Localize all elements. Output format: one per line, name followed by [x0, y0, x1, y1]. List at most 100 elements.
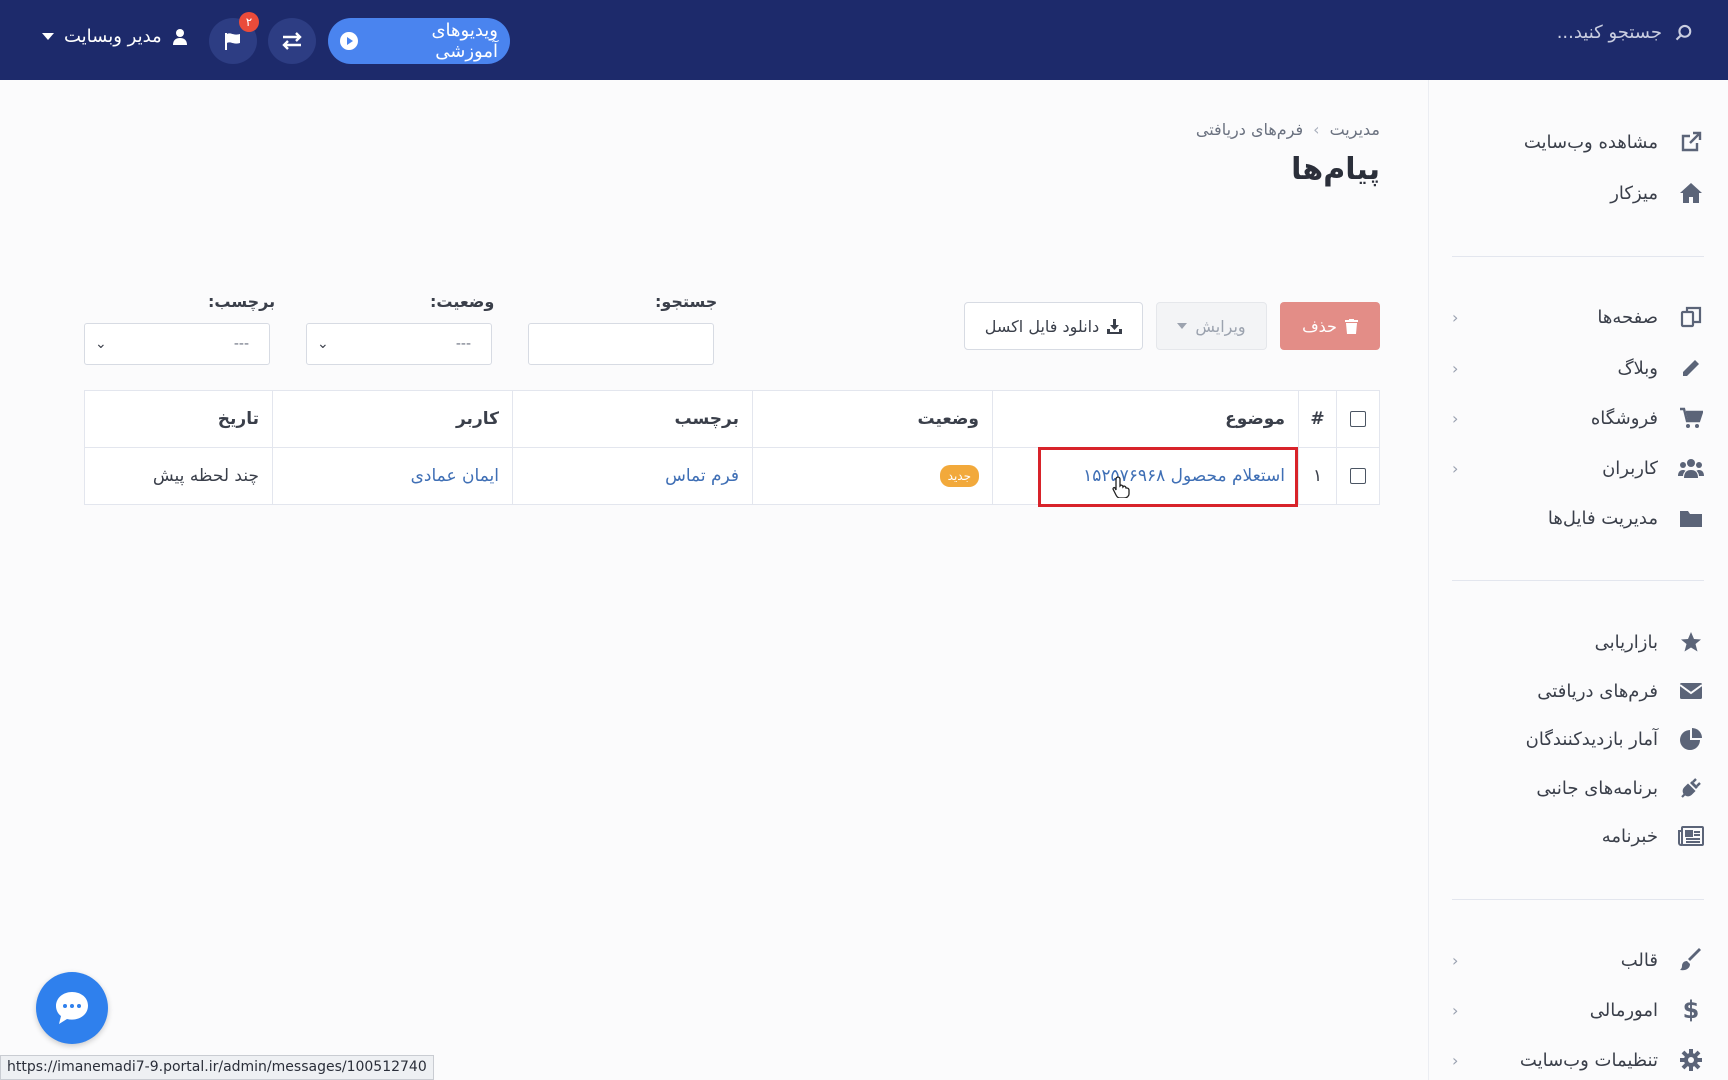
tutorial-videos-button[interactable]: ویدیوهای آموزشی	[328, 18, 510, 64]
breadcrumb-separator: ›	[1313, 120, 1320, 139]
status-badge: جدید	[939, 465, 979, 487]
column-header-status[interactable]: وضعیت	[752, 391, 992, 447]
search-box[interactable]: جستجو کنید...	[1557, 22, 1694, 43]
switch-button[interactable]	[268, 18, 316, 64]
sidebar-item-received-forms[interactable]: فرم‌های دریافتی	[1452, 673, 1704, 709]
chevron-left-icon: ‹	[1452, 1000, 1459, 1020]
sidebar-item-view-website[interactable]: مشاهده وب‌سایت	[1452, 124, 1704, 160]
pencil-icon	[1678, 355, 1704, 381]
chevron-down-icon: ⌄	[95, 336, 107, 352]
row-checkbox[interactable]	[1350, 468, 1366, 484]
gear-icon	[1678, 1047, 1704, 1073]
divider	[1452, 580, 1704, 581]
sidebar-item-label: بازاریابی	[1594, 631, 1658, 653]
download-icon	[1107, 318, 1123, 334]
delete-button[interactable]: حذف	[1280, 302, 1380, 350]
sidebar-item-label: کاربران	[1602, 457, 1658, 479]
plug-icon	[1678, 775, 1704, 801]
column-header-tag[interactable]: برچسب	[512, 391, 752, 447]
sidebar-item-theme[interactable]: قالب ‹	[1452, 942, 1704, 978]
divider	[1452, 899, 1704, 900]
select-all-cell	[1336, 391, 1379, 447]
pages-icon	[1678, 304, 1704, 330]
sidebar-item-users[interactable]: کاربران ‹	[1452, 450, 1704, 486]
cart-icon	[1678, 405, 1704, 431]
sidebar-item-label: صفحه‌ها	[1597, 306, 1658, 328]
caret-down-icon	[1177, 323, 1188, 329]
chevron-left-icon: ‹	[1452, 1050, 1459, 1070]
row-tag-cell: فرم تماس	[512, 448, 752, 504]
play-icon	[340, 32, 358, 50]
chevron-down-icon: ⌄	[317, 336, 329, 352]
row-number: ۱	[1298, 448, 1336, 504]
star-icon	[1678, 629, 1704, 655]
users-icon	[1678, 455, 1704, 481]
download-excel-label: دانلود فایل اکسل	[984, 316, 1100, 336]
highlight-box	[1038, 447, 1298, 507]
notification-badge: ۲	[239, 12, 259, 32]
newspaper-icon	[1678, 823, 1704, 849]
search-filter-input[interactable]	[528, 323, 714, 365]
sidebar-item-blog[interactable]: وبلاگ ‹	[1452, 350, 1704, 386]
row-status-cell: جدید	[752, 448, 992, 504]
chevron-left-icon: ‹	[1452, 307, 1459, 327]
sidebar-item-shop[interactable]: فروشگاه ‹	[1452, 400, 1704, 436]
sidebar-item-finance[interactable]: $ امورمالی ‹	[1452, 992, 1704, 1028]
chevron-left-icon: ‹	[1452, 408, 1459, 428]
status-filter-select[interactable]: ⌄ ---	[306, 323, 492, 365]
flag-icon	[225, 33, 240, 50]
chat-support-button[interactable]	[36, 972, 108, 1044]
download-excel-button[interactable]: دانلود فایل اکسل	[964, 302, 1143, 350]
external-link-icon	[1678, 129, 1704, 155]
trash-icon	[1344, 318, 1358, 334]
sidebar-item-marketing[interactable]: بازاریابی	[1452, 624, 1704, 660]
dollar-icon: $	[1682, 996, 1700, 1024]
edit-label: ویرایش	[1195, 316, 1246, 336]
row-date: چند لحظه پیش	[152, 466, 259, 486]
tag-filter-value: ---	[233, 336, 249, 352]
chevron-left-icon: ‹	[1452, 458, 1459, 478]
row-user-cell: ایمان عمادی	[272, 448, 512, 504]
sidebar-item-file-manager[interactable]: مدیریت فایل‌ها	[1452, 500, 1704, 536]
column-header-number: #	[1298, 391, 1336, 447]
caret-down-icon	[42, 33, 54, 40]
row-tag-link[interactable]: فرم تماس	[665, 466, 739, 486]
user-label: مدیر وبسایت	[64, 26, 162, 47]
breadcrumb-item-received-forms[interactable]: فرم‌های دریافتی	[1196, 120, 1303, 139]
tag-filter-label: برچسب:	[208, 292, 276, 311]
sidebar-item-label: امورمالی	[1589, 999, 1658, 1021]
sidebar-item-dashboard[interactable]: میزکار	[1452, 175, 1704, 211]
sidebar-item-label: فروشگاه	[1590, 407, 1658, 429]
sidebar-item-pages[interactable]: صفحه‌ها ‹	[1452, 299, 1704, 335]
brush-icon	[1678, 947, 1704, 973]
folder-icon	[1678, 505, 1704, 531]
user-icon	[172, 28, 187, 45]
breadcrumb-item-admin[interactable]: مدیریت	[1330, 120, 1380, 139]
sidebar-item-label: مشاهده وب‌سایت	[1523, 131, 1658, 153]
select-all-checkbox[interactable]	[1350, 411, 1366, 427]
sidebar-item-addons[interactable]: برنامه‌های جانبی	[1452, 770, 1704, 806]
sidebar-item-label: برنامه‌های جانبی	[1536, 777, 1658, 799]
sidebar-item-label: مدیریت فایل‌ها	[1547, 507, 1658, 529]
row-user-link[interactable]: ایمان عمادی	[411, 466, 499, 486]
notifications-button[interactable]: ۲	[209, 12, 259, 64]
sidebar-item-visitor-stats[interactable]: آمار بازدیدکنندگان	[1452, 721, 1704, 757]
sidebar-item-label: میزکار	[1610, 182, 1658, 204]
sidebar: مشاهده وب‌سایت میزکار صفحه‌ها ‹ وبلاگ ‹ …	[1428, 80, 1728, 1080]
sidebar-item-website-settings[interactable]: تنظیمات وب‌سایت ‹	[1452, 1042, 1704, 1078]
tag-filter-select[interactable]: ⌄ ---	[84, 323, 270, 365]
envelope-icon	[1678, 678, 1704, 704]
table-header-row: # موضوع وضعیت برچسب کاربر تاریخ	[85, 391, 1379, 448]
status-filter-label: وضعیت:	[430, 292, 495, 311]
user-menu[interactable]: مدیر وبسایت	[42, 26, 188, 47]
sidebar-item-newsletter[interactable]: خبرنامه	[1452, 818, 1704, 854]
row-select-cell	[1336, 448, 1379, 504]
column-header-user[interactable]: کاربر	[272, 391, 512, 447]
sidebar-item-label: تنظیمات وب‌سایت	[1519, 1049, 1658, 1071]
search-placeholder[interactable]: جستجو کنید...	[1557, 22, 1662, 43]
page-title: پیام‌ها	[1291, 152, 1380, 187]
sidebar-item-label: وبلاگ	[1617, 357, 1658, 379]
column-header-date[interactable]: تاریخ	[85, 391, 272, 447]
column-header-subject[interactable]: موضوع	[992, 391, 1298, 447]
edit-dropdown-button[interactable]: ویرایش	[1156, 302, 1267, 350]
